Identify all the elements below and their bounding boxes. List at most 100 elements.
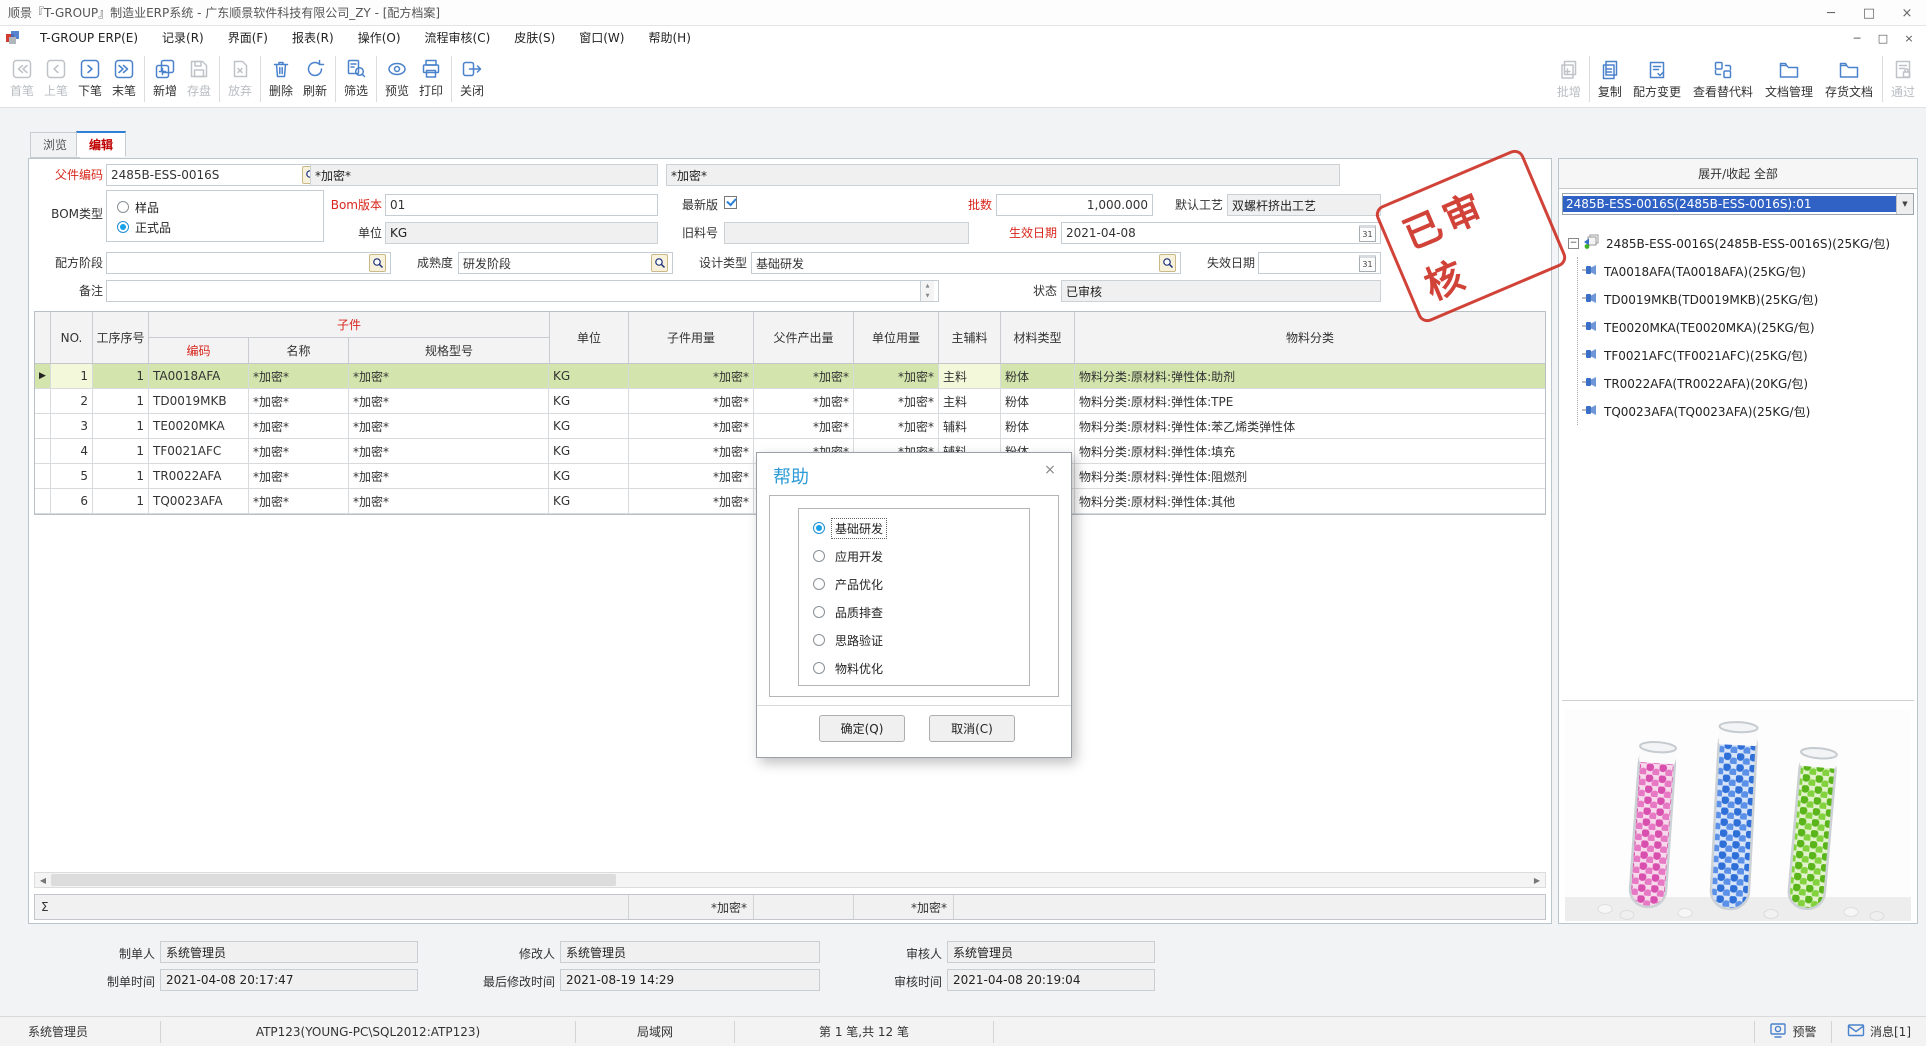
mdi-close-button[interactable]: ×: [1896, 26, 1922, 50]
old-code-label: 旧料号: [666, 224, 718, 242]
bom-version-combo[interactable]: 2485B-ESS-0016S(2485B-ESS-0016S):01 ▼: [1562, 193, 1914, 215]
stock-doc-button[interactable]: 存货文档: [1819, 53, 1879, 105]
delete-button[interactable]: 删除: [264, 53, 298, 105]
radio-formal[interactable]: 正式品: [117, 217, 323, 237]
add-button[interactable]: 新增: [148, 53, 182, 105]
col-qty[interactable]: 子件用量: [629, 312, 754, 363]
print-button[interactable]: 打印: [414, 53, 448, 105]
radio-option-idea-verify[interactable]: 思路验证: [813, 626, 1029, 654]
mdi-minimize-button[interactable]: ─: [1844, 26, 1870, 50]
tree-item[interactable]: TQ0023AFA(TQ0023AFA)(25KG/包): [1582, 397, 1914, 425]
menu-report[interactable]: 报表(R): [280, 26, 346, 50]
close-button[interactable]: ×: [1888, 0, 1926, 26]
next-record-button[interactable]: 下笔: [73, 53, 107, 105]
col-uqty[interactable]: 单位用量: [854, 312, 939, 363]
radio-option-material-opt[interactable]: 物料优化: [813, 654, 1029, 682]
cancel-button[interactable]: 取消(C): [929, 715, 1015, 742]
restore-button[interactable]: □: [1850, 0, 1888, 26]
view-substitute-button[interactable]: 查看替代料: [1687, 53, 1759, 105]
preview-button[interactable]: 预览: [380, 53, 414, 105]
status-network: 局域网: [576, 1017, 734, 1046]
menu-tgroup-erp[interactable]: T-GROUP ERP(E): [28, 26, 150, 50]
pin-icon: [1582, 376, 1599, 391]
parent-code-field[interactable]: 2485B-ESS-0016S: [106, 164, 324, 186]
table-row[interactable]: 2 1 TD0019MKB *加密* *加密* KG *加密* *加密* *加密…: [35, 389, 1545, 414]
tree-item[interactable]: TE0020MKA(TE0020MKA)(25KG/包): [1582, 313, 1914, 341]
minimize-button[interactable]: ─: [1812, 0, 1850, 26]
menu-interface[interactable]: 界面(F): [216, 26, 280, 50]
tree-item[interactable]: TF0021AFC(TF0021AFC)(25KG/包): [1582, 341, 1914, 369]
col-spec[interactable]: 规格型号: [349, 338, 549, 363]
close-module-button[interactable]: 关闭: [455, 53, 489, 105]
filter-button[interactable]: 筛选: [339, 53, 373, 105]
scrollbar-thumb[interactable]: [51, 874, 616, 886]
tree-item[interactable]: TA0018AFA(TA0018AFA)(25KG/包): [1582, 257, 1914, 285]
expand-collapse-all-button[interactable]: 展开/收起 全部: [1559, 159, 1917, 189]
menu-window[interactable]: 窗口(W): [567, 26, 636, 50]
doc-manage-button[interactable]: 文档管理: [1759, 53, 1819, 105]
tree-item[interactable]: TD0019MKB(TD0019MKB)(25KG/包): [1582, 285, 1914, 313]
menu-help[interactable]: 帮助(H): [636, 26, 702, 50]
menu-skin[interactable]: 皮肤(S): [502, 26, 567, 50]
menu-operate[interactable]: 操作(O): [346, 26, 413, 50]
radio-option-quality-check[interactable]: 品质排查: [813, 598, 1029, 626]
col-ma[interactable]: 主辅料: [939, 312, 1001, 363]
col-unit[interactable]: 单位: [549, 312, 629, 363]
col-code[interactable]: 编码: [149, 338, 249, 363]
last-record-button[interactable]: 末笔: [107, 53, 141, 105]
lookup-icon[interactable]: [1159, 254, 1176, 272]
scroll-left-icon[interactable]: ◀: [35, 873, 51, 887]
radio-option-product-opt[interactable]: 产品优化: [813, 570, 1029, 598]
maturity-field[interactable]: 研发阶段: [458, 252, 673, 274]
col-no[interactable]: NO.: [51, 312, 93, 363]
modify-time-field: 2021-08-19 14:29: [560, 969, 820, 991]
radio-option-basic-rd[interactable]: 基础研发: [813, 514, 1029, 542]
alert-button[interactable]: 预警: [1755, 1017, 1831, 1046]
table-row[interactable]: 3 1 TE0020MKA *加密* *加密* KG *加密* *加密* *加密…: [35, 414, 1545, 439]
col-pout[interactable]: 父件产出量: [754, 312, 854, 363]
bom-type-label: BOM类型: [31, 205, 103, 223]
horizontal-scrollbar[interactable]: ◀ ▶: [34, 872, 1546, 888]
radio-sample[interactable]: 样品: [117, 197, 323, 217]
table-row[interactable]: ▶ 1 1 TA0018AFA *加密* *加密* KG *加密* *加密* *…: [35, 364, 1545, 389]
bom-version-field[interactable]: 01: [385, 194, 658, 216]
message-button[interactable]: 消息[1]: [1832, 1017, 1926, 1046]
menu-flow-audit[interactable]: 流程审核(C): [413, 26, 503, 50]
col-cat[interactable]: 物料分类: [1075, 312, 1545, 363]
tab-edit[interactable]: 编辑: [76, 131, 126, 157]
effective-date-field[interactable]: 2021-04-08 31: [1061, 222, 1381, 244]
product-photo: [1565, 709, 1911, 921]
refresh-button[interactable]: 刷新: [298, 53, 332, 105]
menu-record[interactable]: 记录(R): [150, 26, 216, 50]
design-type-field[interactable]: 基础研发: [751, 252, 1181, 274]
calendar-icon[interactable]: 31: [1359, 255, 1376, 272]
tree-item[interactable]: TR0022AFA(TR0022AFA)(20KG/包): [1582, 369, 1914, 397]
stage-field[interactable]: [106, 252, 391, 274]
expire-date-field[interactable]: 31: [1258, 252, 1381, 274]
radio-icon: [117, 201, 129, 213]
tree-root-node[interactable]: − 2485B-ESS-0016S(2485B-ESS-0016S)(25KG/…: [1568, 229, 1914, 257]
collapse-icon[interactable]: −: [1568, 238, 1579, 249]
col-seq[interactable]: 工序序号: [93, 312, 149, 363]
col-name[interactable]: 名称: [249, 338, 349, 363]
remark-field[interactable]: ▲▼: [106, 280, 939, 302]
col-mt[interactable]: 材料类型: [1001, 312, 1075, 363]
lookup-icon[interactable]: [651, 254, 668, 272]
chevron-down-icon[interactable]: ▼: [1896, 194, 1913, 214]
batch-field[interactable]: 1,000.000: [996, 194, 1153, 216]
ok-button[interactable]: 确定(Q): [819, 715, 905, 742]
dialog-close-icon[interactable]: ×: [1041, 461, 1059, 479]
latest-version-checkbox[interactable]: [724, 196, 737, 209]
formula-change-button[interactable]: 配方变更: [1627, 53, 1687, 105]
lookup-icon[interactable]: [369, 254, 386, 272]
calendar-icon[interactable]: 31: [1359, 225, 1376, 242]
maker-label: 制单人: [105, 945, 155, 963]
tab-browse[interactable]: 浏览: [30, 132, 80, 158]
mdi-restore-button[interactable]: □: [1870, 26, 1896, 50]
summary-row: Σ *加密* *加密*: [34, 894, 1546, 920]
copy-button[interactable]: 复制: [1593, 53, 1627, 105]
refresh-icon: [304, 58, 326, 80]
scroll-right-icon[interactable]: ▶: [1529, 873, 1545, 887]
spinner-icon[interactable]: ▲▼: [920, 281, 934, 301]
radio-option-app-dev[interactable]: 应用开发: [813, 542, 1029, 570]
